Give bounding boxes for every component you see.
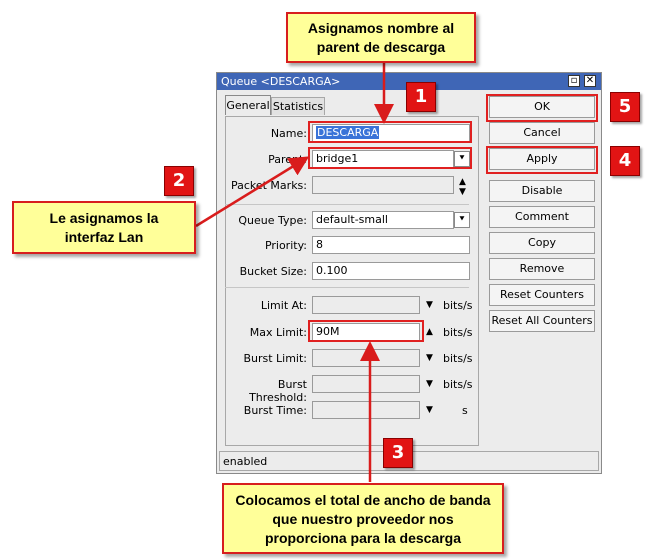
note-parent: Asignamos nombre al parent de descarga	[286, 12, 476, 63]
badge-5: 5	[610, 92, 640, 122]
note-total: Colocamos el total de ancho de banda que…	[222, 483, 504, 554]
badge-2: 2	[164, 166, 194, 196]
badge-1: 1	[406, 82, 436, 112]
badge-4: 4	[610, 146, 640, 176]
badge-3: 3	[383, 438, 413, 468]
arrow-2	[195, 156, 310, 228]
arrows-layer	[195, 62, 394, 482]
note-lan: Le asignamos la interfaz Lan	[12, 201, 196, 254]
